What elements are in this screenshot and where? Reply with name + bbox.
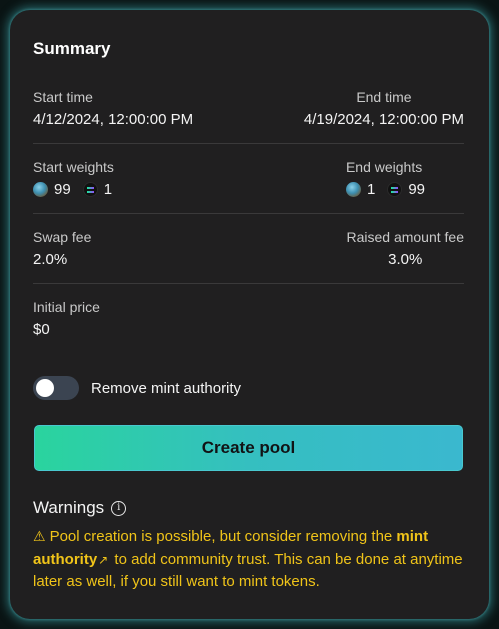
start-weight-token-a: 99 <box>54 181 71 198</box>
warning-text-before: Pool creation is possible, but consider … <box>49 528 397 545</box>
remove-mint-authority-row: Remove mint authority <box>33 376 241 400</box>
divider <box>33 283 464 284</box>
swap-fee: Swap fee 2.0% <box>33 229 91 268</box>
solana-icon <box>387 182 403 197</box>
raised-fee-value: 3.0% <box>388 251 423 268</box>
initial-price: Initial price $0 <box>33 299 100 338</box>
solana-icon <box>82 182 98 197</box>
time-row: Start time 4/12/2024, 12:00:00 PM End ti… <box>33 89 464 129</box>
end-time-value: 4/19/2024, 12:00:00 PM <box>303 111 464 128</box>
start-weight-token-b: 1 <box>103 181 113 198</box>
warning-triangle-icon: ⚠ <box>33 528 46 544</box>
end-time: End time 4/19/2024, 12:00:00 PM <box>304 89 464 128</box>
initial-price-value: $0 <box>33 321 50 338</box>
divider <box>33 143 464 144</box>
end-weights-label: End weights <box>345 159 423 175</box>
summary-title: Summary <box>33 39 111 58</box>
toggle-knob <box>36 379 54 397</box>
initial-price-label: Initial price <box>33 299 100 315</box>
token-a-icon <box>345 182 361 197</box>
start-time: Start time 4/12/2024, 12:00:00 PM <box>33 89 193 128</box>
raised-fee-label: Raised amount fee <box>346 229 464 245</box>
warnings-header: Warnings i <box>33 498 127 518</box>
start-time-label: Start time <box>33 89 93 105</box>
end-weights: End weights 1 99 <box>345 159 431 198</box>
initial-price-row: Initial price $0 <box>33 299 464 339</box>
divider <box>33 213 464 214</box>
swap-fee-label: Swap fee <box>33 229 92 245</box>
fees-row: Swap fee 2.0% Raised amount fee 3.0% <box>33 229 464 269</box>
remove-mint-authority-toggle[interactable] <box>33 376 79 400</box>
start-weights: Start weights 99 1 <box>33 159 118 198</box>
start-weights-tokens: 99 1 <box>33 181 118 198</box>
start-weights-label: Start weights <box>33 159 114 175</box>
weights-row: Start weights 99 1 End weights 1 99 <box>33 159 464 199</box>
warning-message: ⚠ Pool creation is possible, but consider… <box>33 525 465 594</box>
raised-fee: Raised amount fee 3.0% <box>346 229 464 268</box>
end-time-label: End time <box>356 89 412 105</box>
swap-fee-value: 2.0% <box>33 251 68 268</box>
end-weight-token-b: 99 <box>408 181 425 198</box>
warnings-title: Warnings <box>33 498 105 517</box>
token-a-icon <box>33 182 48 197</box>
info-icon[interactable]: i <box>111 500 127 516</box>
end-weight-token-a: 1 <box>366 181 376 198</box>
remove-mint-authority-label[interactable]: Remove mint authority <box>91 380 241 397</box>
external-link-icon[interactable]: ↗ <box>98 553 108 567</box>
end-weights-tokens: 1 99 <box>345 181 431 198</box>
summary-card: Summary Start time 4/12/2024, 12:00:00 P… <box>10 10 489 619</box>
start-time-value: 4/12/2024, 12:00:00 PM <box>33 111 194 128</box>
create-pool-button[interactable]: Create pool <box>34 425 463 471</box>
